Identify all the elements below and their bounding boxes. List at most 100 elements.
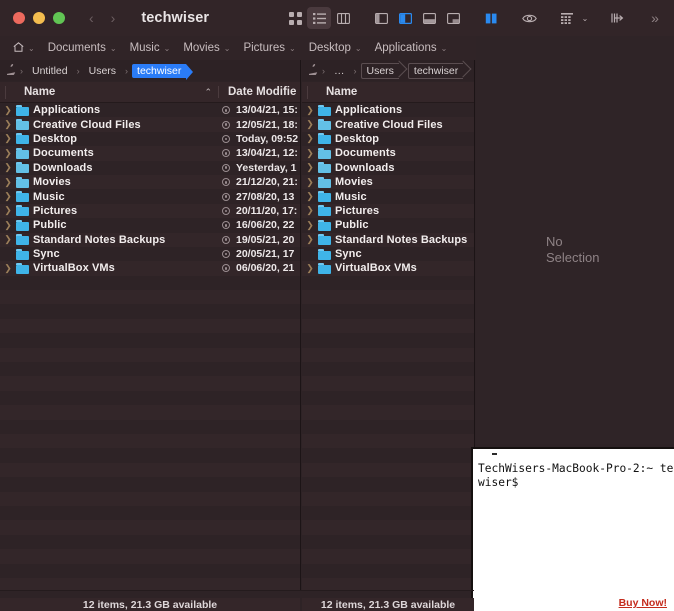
disclosure-triangle-icon[interactable]: ❯ [0,234,16,245]
file-row[interactable]: ❯ Creative Cloud Files 12/05/21, 18: [0,117,300,132]
forward-arrow-icon[interactable]: › [111,11,116,25]
zoom-button[interactable] [53,12,65,24]
favorites-item-documents[interactable]: Documents ⌄ [48,42,117,54]
back-arrow-icon[interactable]: ‹ [89,11,94,25]
disclosure-triangle-icon[interactable]: ❯ [0,205,16,216]
tag-dot-icon[interactable] [222,178,230,187]
share-icon[interactable] [605,7,629,29]
file-list-left[interactable]: ❯ Applications 13/04/21, 15: ❯ Creative Clou… [0,103,300,590]
file-row[interactable]: ❯ Applications [302,103,474,117]
tag-dot-icon[interactable] [222,149,230,158]
disclosure-triangle-icon[interactable]: ❯ [302,177,318,188]
tag-dot-icon[interactable] [222,106,230,115]
file-row[interactable]: ❯ Desktop [302,132,474,146]
file-row[interactable]: Sync 20/05/21, 17 [0,247,300,261]
file-row[interactable]: ❯ Pictures [302,203,474,219]
tag-dot-icon[interactable] [222,206,230,215]
path-crumb-techwiser[interactable]: techwiser [407,62,464,79]
disclosure-triangle-icon[interactable]: ❯ [0,263,16,274]
terminal-window[interactable]: TechWisers-MacBook-Pro-2:~ techwiser$ [471,447,674,611]
favorites-item-movies[interactable]: Movies ⌄ [183,42,230,54]
path-crumb-ellipsis[interactable]: … [329,64,350,78]
buy-now-link[interactable]: Buy Now! [619,597,667,609]
tag-dot-icon[interactable] [222,235,230,244]
file-row[interactable]: ❯ Documents 13/04/21, 12: [0,146,300,161]
tag-dot-icon[interactable] [222,250,230,259]
column-header-name[interactable]: Name [326,86,357,98]
path-crumb-users[interactable]: Users [360,62,399,79]
file-row[interactable]: ❯ Music [302,189,474,203]
disclosure-triangle-icon[interactable]: ❯ [302,191,318,202]
favorites-item-desktop[interactable]: Desktop ⌄ [309,42,362,54]
disclosure-triangle-icon[interactable]: ❯ [0,191,16,202]
favorites-item-music[interactable]: Music ⌄ [130,42,171,54]
pane-divider-1[interactable] [300,60,301,590]
file-row[interactable]: Sync [302,247,474,261]
disclosure-triangle-icon[interactable]: ❯ [0,148,16,159]
disclosure-triangle-icon[interactable]: ❯ [302,133,318,144]
file-row[interactable]: ❯ VirtualBox VMs [302,261,474,276]
file-row[interactable]: ❯ Public [302,218,474,232]
tag-dot-icon[interactable] [222,163,230,172]
tag-dot-icon[interactable] [222,120,230,129]
tag-dot-icon[interactable] [222,134,230,143]
path-crumb-users[interactable]: Users [84,64,121,78]
close-button[interactable] [13,12,25,24]
disclosure-triangle-icon[interactable]: ❯ [302,105,318,116]
panel-left-active-button[interactable] [393,7,417,29]
file-list-right[interactable]: ❯ Applications ❯ Creative Cloud Files ❯ Deskt… [302,103,474,590]
tag-dot-icon[interactable] [222,264,230,273]
favorites-item-applications[interactable]: Applications ⌄ [375,42,448,54]
disclosure-triangle-icon[interactable]: ❯ [302,263,318,274]
disclosure-triangle-icon[interactable]: ❯ [302,162,318,173]
list-view-button[interactable] [307,7,331,29]
file-row[interactable]: ❯ Applications 13/04/21, 15: [0,103,300,117]
disclosure-triangle-icon[interactable]: ❯ [0,220,16,231]
disclosure-triangle-icon[interactable]: ❯ [0,133,16,144]
chevron-down-icon[interactable]: ⌄ [579,7,591,29]
split-panel-active-button[interactable] [479,7,503,29]
file-row[interactable]: ❯ Desktop Today, 09:52 [0,132,300,146]
file-row[interactable]: ❯ Downloads Yesterday, 1 [0,161,300,175]
disclosure-triangle-icon[interactable]: ❯ [0,162,16,173]
column-header-name[interactable]: Name [24,86,55,98]
file-row[interactable]: ❯ Standard Notes Backups [302,232,474,247]
eye-quicklook-icon[interactable] [517,7,541,29]
disclosure-triangle-icon[interactable]: ❯ [0,105,16,116]
more-chevron-button[interactable]: » [642,7,668,29]
file-row[interactable]: ❯ Documents [302,146,474,161]
folder-icon [16,248,29,260]
file-row[interactable]: ❯ Standard Notes Backups 19/05/21, 20 [0,232,300,247]
tag-dot-icon[interactable] [222,221,230,230]
disclosure-triangle-icon[interactable]: ❯ [302,205,318,216]
minimize-button[interactable] [33,12,45,24]
file-row[interactable]: ❯ Pictures 20/11/20, 17: [0,203,300,219]
tag-dot-icon[interactable] [222,192,230,201]
disclosure-triangle-icon[interactable]: ❯ [0,119,16,130]
file-row[interactable]: ❯ Music 27/08/20, 13 [0,189,300,203]
empty-row [302,462,474,478]
disclosure-triangle-icon[interactable]: ❯ [302,234,318,245]
file-row[interactable]: ❯ Movies [302,174,474,190]
path-crumb-untitled[interactable]: Untitled [27,64,73,78]
disclosure-triangle-icon[interactable]: ❯ [302,148,318,159]
file-row[interactable]: ❯ Downloads [302,161,474,175]
column-header-date-modified[interactable]: Date Modifie [218,86,296,98]
sidebar-left-toggle-button[interactable] [369,7,393,29]
favorites-home-item[interactable]: ⌄ [13,41,35,55]
column-view-button[interactable] [331,7,355,29]
grid-menu-button[interactable] [555,7,579,29]
file-row[interactable]: ❯ VirtualBox VMs 06/06/20, 21 [0,261,300,276]
file-row[interactable]: ❯ Public 16/06/20, 22 [0,218,300,232]
file-name: Downloads [33,161,93,174]
disclosure-triangle-icon[interactable]: ❯ [302,220,318,231]
path-crumb-techwiser-selected[interactable]: techwiser [132,63,194,80]
panel-bottom-button[interactable] [417,7,441,29]
disclosure-triangle-icon[interactable]: ❯ [302,119,318,130]
icon-view-button[interactable] [283,7,307,29]
disclosure-triangle-icon[interactable]: ❯ [0,177,16,188]
panel-bottom-right-button[interactable] [441,7,465,29]
file-row[interactable]: ❯ Movies 21/12/20, 21: [0,174,300,190]
favorites-item-pictures[interactable]: Pictures ⌄ [243,42,295,54]
file-row[interactable]: ❯ Creative Cloud Files [302,117,474,132]
